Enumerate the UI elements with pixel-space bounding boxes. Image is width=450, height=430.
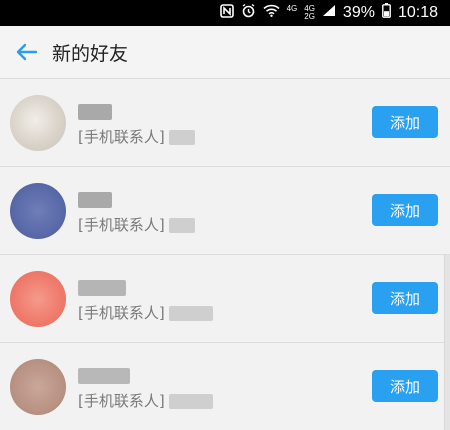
scrollbar[interactable] bbox=[444, 255, 450, 430]
contact-name bbox=[78, 368, 130, 384]
contact-phone bbox=[168, 394, 213, 409]
status-bar: 4G 4G 2G 39% 10:18 bbox=[0, 0, 450, 26]
list-item: [手机联系人] 添加 bbox=[0, 79, 450, 167]
list-item: [手机联系人] 添加 bbox=[0, 167, 450, 255]
signal-icon bbox=[322, 4, 336, 22]
avatar bbox=[10, 95, 66, 151]
contact-phone bbox=[168, 306, 213, 321]
add-button[interactable]: 添加 bbox=[372, 194, 438, 226]
contact-source: [手机联系人] bbox=[78, 302, 213, 323]
contact-source: [手机联系人] bbox=[78, 390, 213, 411]
contact-source: [手机联系人] bbox=[78, 214, 195, 235]
contact-source: [手机联系人] bbox=[78, 126, 195, 147]
clock: 10:18 bbox=[397, 4, 438, 21]
battery-icon bbox=[382, 3, 391, 23]
contact-name bbox=[78, 104, 112, 120]
network-type-1: 4G bbox=[286, 4, 298, 13]
page-title: 新的好友 bbox=[52, 43, 129, 65]
list-item: [手机联系人] 添加 bbox=[0, 343, 450, 430]
contact-name bbox=[78, 192, 112, 208]
add-button[interactable]: 添加 bbox=[372, 106, 438, 138]
add-button[interactable]: 添加 bbox=[372, 282, 438, 314]
avatar bbox=[10, 359, 66, 415]
nfc-icon bbox=[219, 3, 234, 23]
alarm-icon bbox=[241, 3, 256, 23]
add-button[interactable]: 添加 bbox=[372, 370, 438, 402]
network-type-2: 4G 2G bbox=[304, 4, 315, 21]
back-arrow-icon[interactable] bbox=[14, 39, 40, 65]
list-item: [手机联系人] 添加 bbox=[0, 255, 450, 343]
avatar bbox=[10, 271, 66, 327]
new-friends-list: [手机联系人] 添加 [手机联系人] 添加 [手机联系人] 添加 [手机联系人]… bbox=[0, 79, 450, 430]
app-header: 新的好友 bbox=[0, 26, 450, 79]
battery-percent: 39% bbox=[342, 4, 375, 21]
contact-name bbox=[78, 280, 126, 296]
avatar bbox=[10, 183, 66, 239]
wifi-icon bbox=[263, 4, 280, 22]
contact-phone bbox=[168, 218, 195, 233]
contact-phone bbox=[168, 130, 195, 145]
